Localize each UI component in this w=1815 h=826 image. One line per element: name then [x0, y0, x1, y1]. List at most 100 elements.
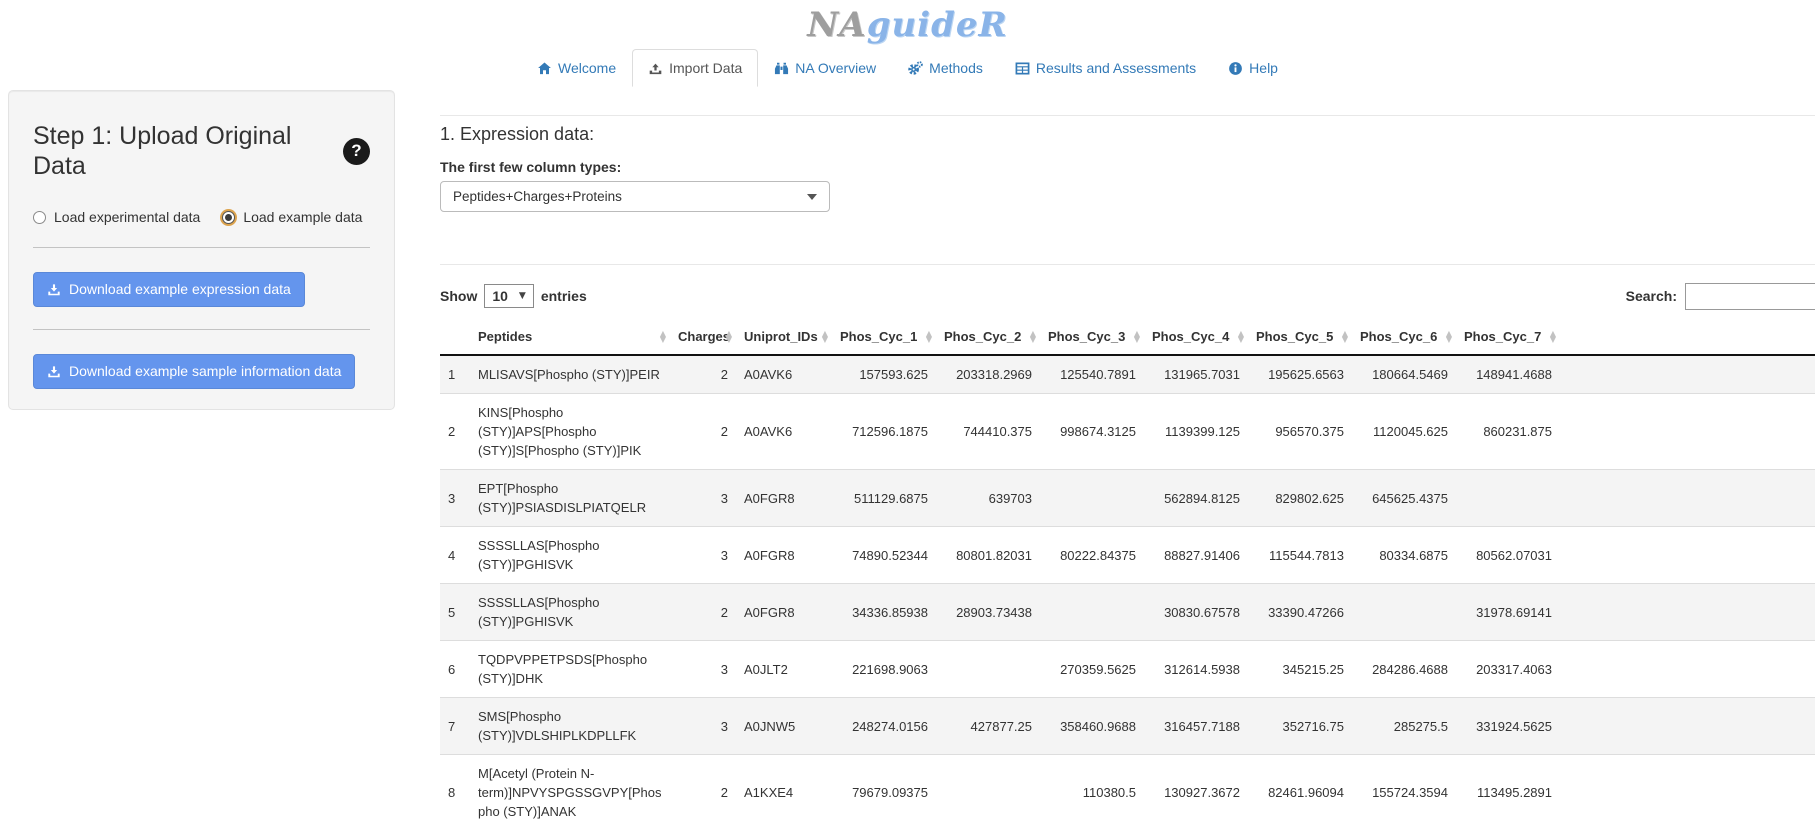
download-icon [47, 365, 61, 379]
caret-down-icon: ▼ [519, 291, 526, 301]
column-header-phos-cyc-3[interactable]: Phos_Cyc_3 ▲▼ [1040, 319, 1144, 355]
tab-label: Methods [929, 60, 983, 76]
button-label: Download example sample information data [69, 362, 341, 381]
tab-na-overview[interactable]: NA Overview [758, 49, 892, 87]
tab-results-assessments[interactable]: Results and Assessments [999, 49, 1212, 87]
tab-import-data[interactable]: Import Data [632, 49, 758, 87]
value-cell: 1139399.125 [1144, 394, 1248, 470]
column-header-phos-cyc-7[interactable]: Phos_Cyc_7 ▲▼ [1456, 319, 1560, 355]
radio-button-icon [222, 211, 235, 224]
download-icon [47, 283, 61, 297]
value-cell: 31978.69141 [1456, 584, 1560, 641]
radio-load-experimental-data[interactable]: Load experimental data [33, 209, 200, 225]
table-icon [1015, 61, 1030, 76]
search-input[interactable] [1685, 283, 1815, 310]
table-row[interactable]: 3EPT[Phospho (STY)]PSIASDISLPIATQELR3A0F… [440, 470, 1815, 527]
uniprot-cell: A0FGR8 [736, 584, 832, 641]
radio-label: Load experimental data [54, 209, 200, 225]
panel-title: Step 1: Upload Original Data [33, 121, 334, 181]
download-sample-info-button[interactable]: Download example sample information data [33, 354, 355, 389]
column-label: Phos_Cyc_4 [1152, 329, 1229, 344]
column-header-phos-cyc-4[interactable]: Phos_Cyc_4 ▲▼ [1144, 319, 1248, 355]
table-row[interactable]: 1MLISAVS[Phospho (STY)]PEIR2A0AVK6157593… [440, 355, 1815, 394]
column-types-label: The first few column types: [440, 159, 1815, 175]
value-cell: 270359.5625 [1040, 641, 1144, 698]
column-header-phos-cyc-2[interactable]: Phos_Cyc_2 ▲▼ [936, 319, 1040, 355]
value-cell: 284286.4688 [1352, 641, 1456, 698]
sort-icon: ▲▼ [1134, 331, 1140, 343]
table-body: 1MLISAVS[Phospho (STY)]PEIR2A0AVK6157593… [440, 355, 1815, 826]
tab-welcome[interactable]: Welcome [521, 49, 632, 87]
divider [440, 115, 1815, 116]
row-index: 4 [440, 527, 470, 584]
column-types-select[interactable]: Peptides+Charges+Proteins [440, 181, 830, 212]
table-row[interactable]: 7SMS[Phospho (STY)]VDLSHIPLKDPLLFK3A0JNW… [440, 698, 1815, 755]
row-index: 6 [440, 641, 470, 698]
tab-label: Help [1249, 60, 1278, 76]
sort-icon: ▲▼ [726, 331, 732, 343]
row-index: 7 [440, 698, 470, 755]
column-header-phos-cyc-5[interactable]: Phos_Cyc_5 ▲▼ [1248, 319, 1352, 355]
table-row[interactable]: 5SSSSLLAS[Phospho (STY)]PGHISVK2A0FGR834… [440, 584, 1815, 641]
sort-icon: ▲▼ [822, 331, 828, 343]
sort-icon: ▲▼ [1550, 331, 1556, 343]
spacer-cell [1560, 470, 1815, 527]
value-cell: 33390.47266 [1248, 584, 1352, 641]
value-cell: 312614.5938 [1144, 641, 1248, 698]
row-index: 3 [440, 470, 470, 527]
expression-data-table: Peptides ▲▼ Charges ▲▼ Uniprot_IDs ▲▼ Ph… [440, 319, 1815, 826]
value-cell: 316457.7188 [1144, 698, 1248, 755]
table-row[interactable]: 8M[Acetyl (Protein N-term)]NPVYSPGSSGVPY… [440, 755, 1815, 826]
table-row[interactable]: 6TQDPVPPETPSDS[Phospho (STY)]DHK3A0JLT22… [440, 641, 1815, 698]
charge-cell: 2 [670, 355, 736, 394]
table-row[interactable]: 2KINS[Phospho (STY)]APS[Phospho (STY)]S[… [440, 394, 1815, 470]
home-icon [537, 61, 552, 76]
peptide-cell: EPT[Phospho (STY)]PSIASDISLPIATQELR [470, 470, 670, 527]
value-cell: 157593.625 [832, 355, 936, 394]
value-cell: 712596.1875 [832, 394, 936, 470]
radio-label: Load example data [243, 209, 362, 225]
row-index: 1 [440, 355, 470, 394]
uniprot-cell: A1KXE4 [736, 755, 832, 826]
charge-cell: 3 [670, 527, 736, 584]
value-cell: 131965.7031 [1144, 355, 1248, 394]
charge-cell: 2 [670, 394, 736, 470]
column-header-charges[interactable]: Charges ▲▼ [670, 319, 736, 355]
radio-load-example-data[interactable]: Load example data [222, 209, 362, 225]
spacer-cell [1560, 527, 1815, 584]
column-header-peptides[interactable]: Peptides ▲▼ [470, 319, 670, 355]
value-cell: 155724.3594 [1352, 755, 1456, 826]
table-row[interactable]: 4SSSSLLAS[Phospho (STY)]PGHISVK3A0FGR874… [440, 527, 1815, 584]
tab-methods[interactable]: Methods [892, 49, 999, 87]
charge-cell: 2 [670, 755, 736, 826]
value-cell: 28903.73438 [936, 584, 1040, 641]
question-circle-icon[interactable]: ? [343, 138, 370, 165]
column-label: Phos_Cyc_1 [840, 329, 917, 344]
value-cell: 74890.52344 [832, 527, 936, 584]
column-header-phos-cyc-6[interactable]: Phos_Cyc_6 ▲▼ [1352, 319, 1456, 355]
tab-help[interactable]: Help [1212, 49, 1294, 87]
page-size-select[interactable]: 10 ▼ [484, 284, 534, 308]
binoculars-icon [774, 61, 789, 76]
value-cell: 248274.0156 [832, 698, 936, 755]
value-cell: 80222.84375 [1040, 527, 1144, 584]
column-header-uniprot-ids[interactable]: Uniprot_IDs ▲▼ [736, 319, 832, 355]
sort-icon: ▲▼ [1446, 331, 1452, 343]
spacer-cell [1560, 394, 1815, 470]
value-cell: 562894.8125 [1144, 470, 1248, 527]
sort-icon: ▲▼ [1030, 331, 1036, 343]
column-header-phos-cyc-1[interactable]: Phos_Cyc_1 ▲▼ [832, 319, 936, 355]
value-cell: 148941.4688 [1456, 355, 1560, 394]
page-length-control: Show 10 ▼ entries [440, 284, 587, 308]
peptide-cell: SMS[Phospho (STY)]VDLSHIPLKDPLLFK [470, 698, 670, 755]
page-size-value: 10 [492, 288, 508, 304]
search-label: Search: [1626, 288, 1677, 304]
value-cell: 331924.5625 [1456, 698, 1560, 755]
tab-label: NA Overview [795, 60, 876, 76]
app-logo: NAguideR [807, 5, 1008, 45]
value-cell: 998674.3125 [1040, 394, 1144, 470]
spacer-cell [1560, 698, 1815, 755]
gears-icon [908, 61, 923, 76]
download-expression-data-button[interactable]: Download example expression data [33, 272, 305, 307]
peptide-cell: MLISAVS[Phospho (STY)]PEIR [470, 355, 670, 394]
